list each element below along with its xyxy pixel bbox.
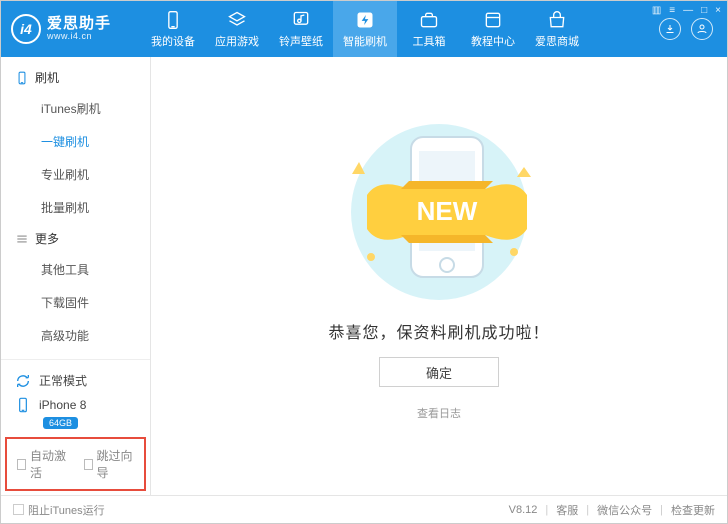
sidebar-item[interactable]: 高级功能 xyxy=(1,319,150,352)
skin-button[interactable]: ▥ xyxy=(652,5,661,16)
app-header: i4 爱思助手 www.i4.cn 我的设备 应用游戏 铃声壁纸 智能刷机 工具箱 教程中… xyxy=(1,1,727,57)
options-box: 自动激活跳过向导 xyxy=(5,437,146,491)
sidebar-item[interactable]: 批量刷机 xyxy=(1,191,150,224)
nav-shop[interactable]: 爱思商城 xyxy=(525,1,589,57)
nav-toolbox[interactable]: 工具箱 xyxy=(397,1,461,57)
apps-icon xyxy=(227,10,247,30)
account-button[interactable] xyxy=(691,18,713,40)
option-label: 自动激活 xyxy=(30,447,67,481)
option-checkbox[interactable]: 自动激活 xyxy=(17,447,68,481)
shop-icon xyxy=(547,10,567,30)
device-row[interactable]: iPhone 8 xyxy=(1,393,150,417)
phone-icon xyxy=(163,10,183,30)
device-name: iPhone 8 xyxy=(39,398,86,412)
group-title: 刷机 xyxy=(35,69,59,86)
nav-label: 爱思商城 xyxy=(535,33,579,49)
nav-apps[interactable]: 应用游戏 xyxy=(205,1,269,57)
view-log-link[interactable]: 查看日志 xyxy=(151,405,727,421)
nav-phone[interactable]: 我的设备 xyxy=(141,1,205,57)
block-itunes-label: 阻止iTunes运行 xyxy=(28,502,105,518)
footer-link-support[interactable]: 客服 xyxy=(556,502,578,518)
option-label: 跳过向导 xyxy=(97,447,134,481)
music-icon xyxy=(291,10,311,30)
download-button[interactable] xyxy=(659,18,681,40)
sidebar-group-header[interactable]: 刷机 xyxy=(1,63,150,92)
flash-icon xyxy=(355,10,375,30)
success-illustration: NEW xyxy=(319,117,559,307)
brand-name: 爱思助手 xyxy=(47,16,111,33)
nav-label: 铃声壁纸 xyxy=(279,33,323,49)
version-label: V8.12 xyxy=(509,504,538,516)
nav-music[interactable]: 铃声壁纸 xyxy=(269,1,333,57)
book-icon xyxy=(483,10,503,30)
toolbox-icon xyxy=(419,10,439,30)
block-itunes-checkbox[interactable]: 阻止iTunes运行 xyxy=(13,502,105,518)
sidebar-item[interactable]: 一键刷机 xyxy=(1,125,150,158)
menu-button[interactable]: ≡ xyxy=(669,5,675,16)
sidebar: 刷机 iTunes刷机一键刷机专业刷机批量刷机更多其他工具下载固件高级功能 正常模… xyxy=(1,57,151,495)
top-nav: 我的设备 应用游戏 铃声壁纸 智能刷机 工具箱 教程中心 爱思商城 xyxy=(141,1,589,57)
mode-row[interactable]: 正常模式 xyxy=(1,368,150,393)
nav-book[interactable]: 教程中心 xyxy=(461,1,525,57)
device-capacity-badge: 64GB xyxy=(43,417,78,429)
nav-flash[interactable]: 智能刷机 xyxy=(333,1,397,57)
mode-label: 正常模式 xyxy=(39,372,87,389)
success-message: 恭喜您，保资料刷机成功啦！ xyxy=(151,319,727,343)
footer-link-wechat[interactable]: 微信公众号 xyxy=(597,502,652,518)
confirm-button[interactable]: 确定 xyxy=(379,357,499,387)
nav-label: 教程中心 xyxy=(471,33,515,49)
nav-label: 应用游戏 xyxy=(215,33,259,49)
footer-link-update[interactable]: 检查更新 xyxy=(671,502,715,518)
sidebar-item[interactable]: 专业刷机 xyxy=(1,158,150,191)
nav-label: 智能刷机 xyxy=(343,33,387,49)
sidebar-group-header[interactable]: 更多 xyxy=(1,224,150,253)
nav-label: 我的设备 xyxy=(151,33,195,49)
nav-label: 工具箱 xyxy=(413,33,446,49)
brand: i4 爱思助手 www.i4.cn xyxy=(1,14,141,44)
main-panel: NEW 恭喜您，保资料刷机成功啦！ 确定 查看日志 xyxy=(151,57,727,495)
close-button[interactable]: × xyxy=(715,5,721,16)
option-checkbox[interactable]: 跳过向导 xyxy=(84,447,135,481)
sidebar-item[interactable]: 下载固件 xyxy=(1,286,150,319)
brand-url: www.i4.cn xyxy=(47,32,111,42)
sidebar-item[interactable]: 其他工具 xyxy=(1,253,150,286)
window-controls: ▥ ≡ — □ × xyxy=(652,5,721,16)
status-bar: 阻止iTunes运行 V8.12 | 客服 | 微信公众号 | 检查更新 xyxy=(1,495,727,523)
group-title: 更多 xyxy=(35,230,59,247)
minimize-button[interactable]: — xyxy=(683,5,693,16)
sidebar-item[interactable]: iTunes刷机 xyxy=(1,92,150,125)
maximize-button[interactable]: □ xyxy=(701,5,707,16)
brand-icon: i4 xyxy=(11,14,41,44)
new-ribbon-text: NEW xyxy=(417,196,478,226)
